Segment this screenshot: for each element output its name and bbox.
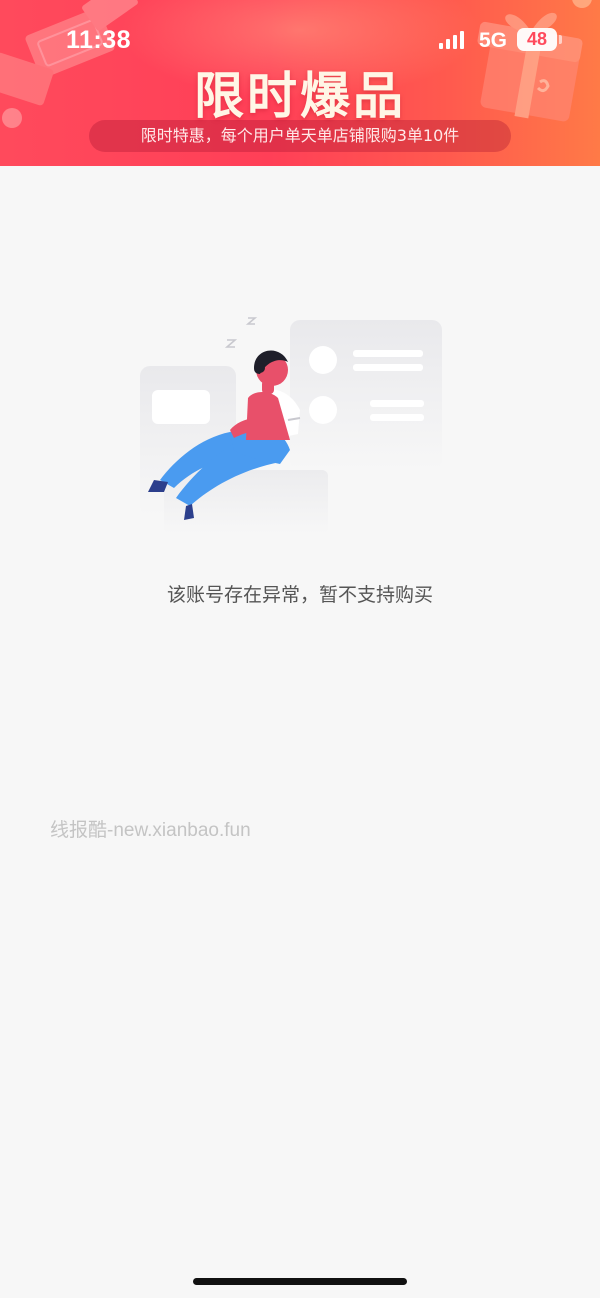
banner-title: 限时爆品 — [194, 67, 406, 125]
status-time: 11:38 — [66, 26, 132, 54]
banner-subtitle: 限时特惠，每个用户单天单店铺限购3单10件 — [89, 120, 511, 152]
watermark-text: 线报酷-new.xianbao.fun — [50, 820, 251, 841]
home-indicator[interactable] — [193, 1278, 407, 1285]
battery-indicator: 48 — [517, 28, 557, 51]
signal-bars-icon — [439, 31, 464, 49]
empty-state-message: 该账号存在异常，暂不支持购买 — [166, 584, 433, 606]
network-type: 5G — [479, 29, 508, 52]
empty-state-illustration — [140, 317, 442, 534]
promo-banner: 11:38 5G 48 限时爆品 限时特惠，每个用户单天单店铺限购3单10件 — [0, 0, 600, 166]
battery-cap — [559, 35, 562, 44]
